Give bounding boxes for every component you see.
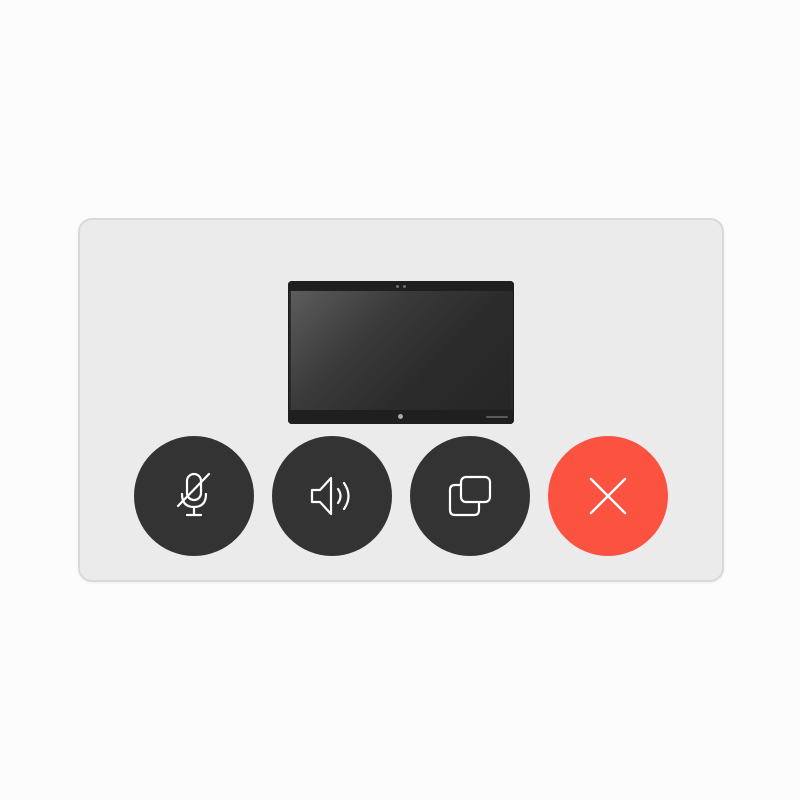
close-icon — [589, 477, 627, 515]
sensor-icon — [403, 285, 406, 288]
home-button-icon — [398, 414, 403, 419]
speaker-grille — [486, 416, 508, 418]
screen-share-button[interactable] — [410, 436, 530, 556]
camera-icon — [396, 285, 399, 288]
device-bottom-bezel — [288, 410, 514, 424]
mute-microphone-button[interactable] — [134, 436, 254, 556]
device-top-bezel — [288, 281, 514, 291]
screen-share-icon — [448, 475, 492, 517]
call-control-panel — [78, 218, 724, 582]
speaker-volume-icon — [310, 476, 350, 516]
speaker-button[interactable] — [272, 436, 392, 556]
microphone-muted-icon — [176, 472, 211, 517]
tablet-device-preview — [288, 281, 514, 424]
end-call-button[interactable] — [548, 436, 668, 556]
device-screen — [291, 291, 511, 410]
